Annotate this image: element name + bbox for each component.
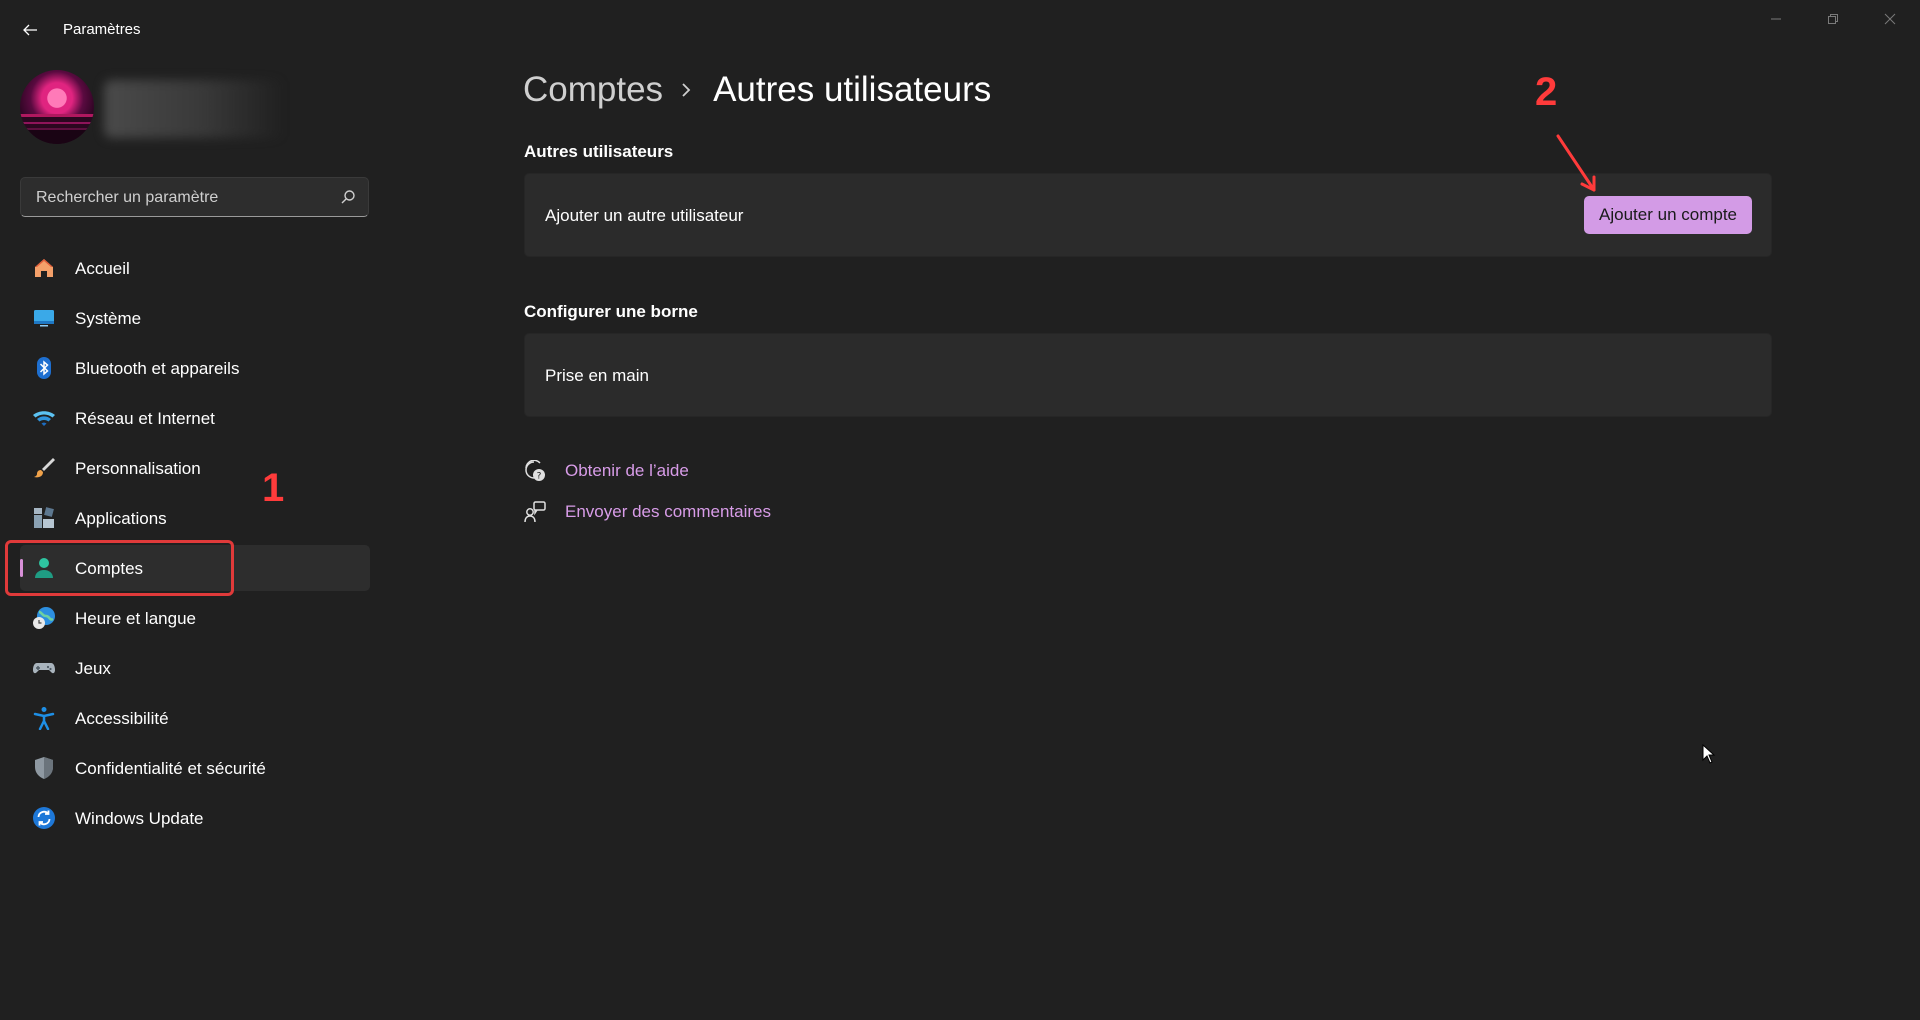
app-title: Paramètres xyxy=(63,21,141,38)
mouse-cursor-icon xyxy=(1702,744,1716,764)
sidebar-item-accueil[interactable]: Accueil xyxy=(20,245,370,291)
accessibility-icon xyxy=(33,707,55,730)
add-account-button[interactable]: Ajouter un compte xyxy=(1584,196,1752,234)
avatar-sunset-image xyxy=(20,114,94,144)
breadcrumb-parent[interactable]: Comptes xyxy=(523,70,663,110)
update-icon xyxy=(33,807,55,829)
sidebar-item-label: Personnalisation xyxy=(75,459,201,478)
annotation-step-1: 1 xyxy=(262,466,285,510)
sidebar-item-accessibilite[interactable]: Accessibilité xyxy=(20,695,370,741)
restore-icon xyxy=(1828,14,1838,24)
sidebar-item-bluetooth[interactable]: Bluetooth et appareils xyxy=(20,345,370,391)
wifi-icon xyxy=(33,411,55,426)
sidebar-item-confidentialite[interactable]: Confidentialité et sécurité xyxy=(20,745,370,791)
close-button[interactable] xyxy=(1867,6,1913,32)
back-button[interactable] xyxy=(18,18,42,42)
annotation-step-2: 2 xyxy=(1535,70,1558,114)
sidebar-item-label: Accessibilité xyxy=(75,709,169,728)
sidebar-item-personnalisation[interactable]: Personnalisation xyxy=(20,445,370,491)
title-bar: Paramètres xyxy=(0,0,1920,60)
sidebar-item-label: Heure et langue xyxy=(75,609,196,628)
close-icon xyxy=(1884,13,1896,25)
sidebar-item-label: Jeux xyxy=(75,659,111,678)
sidebar-item-reseau[interactable]: Réseau et Internet xyxy=(20,395,370,441)
kiosk-card[interactable]: Prise en main xyxy=(524,333,1772,417)
sidebar-item-label: Applications xyxy=(75,509,167,528)
svg-text:?: ? xyxy=(537,472,542,482)
profile-name-blurred xyxy=(104,80,284,138)
sidebar-item-jeux[interactable]: Jeux xyxy=(20,645,370,691)
sidebar-item-label: Windows Update xyxy=(75,809,204,828)
section-title-kiosk: Configurer une borne xyxy=(524,302,698,321)
gamepad-icon xyxy=(33,663,55,674)
home-icon xyxy=(35,259,53,277)
annotation-arrow-icon xyxy=(1556,134,1596,192)
feedback-link[interactable]: Envoyer des commentaires xyxy=(565,502,771,522)
add-user-label: Ajouter un autre utilisateur xyxy=(545,206,744,225)
page-title: Autres utilisateurs xyxy=(713,70,992,109)
sidebar-item-systeme[interactable]: Système xyxy=(20,295,370,341)
apps-icon xyxy=(34,507,54,528)
bluetooth-icon xyxy=(37,357,51,379)
sidebar-item-label: Confidentialité et sécurité xyxy=(75,759,266,778)
search-input[interactable] xyxy=(34,187,338,209)
shield-icon xyxy=(35,757,53,779)
feedback-link-row[interactable]: Envoyer des commentaires xyxy=(524,501,771,523)
sidebar-item-heure-langue[interactable]: Heure et langue xyxy=(20,595,370,641)
restore-button[interactable] xyxy=(1810,6,1856,32)
globe-clock-icon xyxy=(33,607,55,629)
search-icon[interactable] xyxy=(340,189,356,205)
sidebar-item-applications[interactable]: Applications xyxy=(20,495,370,541)
annotation-highlight-box xyxy=(5,540,234,596)
breadcrumb: Comptes Autres utilisateurs xyxy=(523,70,991,110)
back-arrow-icon xyxy=(23,24,37,36)
section-title-other-users: Autres utilisateurs xyxy=(524,142,674,161)
sidebar-item-label: Bluetooth et appareils xyxy=(75,359,240,378)
help-link[interactable]: Obtenir de l’aide xyxy=(565,461,689,481)
sidebar-item-label: Accueil xyxy=(75,259,130,278)
avatar[interactable] xyxy=(20,70,94,144)
minimize-icon xyxy=(1771,18,1781,20)
minimize-button[interactable] xyxy=(1753,6,1799,32)
search-box[interactable] xyxy=(20,177,369,217)
sidebar-item-label: Réseau et Internet xyxy=(75,409,215,428)
sidebar-item-label: Système xyxy=(75,309,142,328)
help-link-row[interactable]: ? Obtenir de l’aide xyxy=(524,460,689,482)
help-icon: ? xyxy=(525,460,545,482)
sidebar-item-windows-update[interactable]: Windows Update xyxy=(20,795,370,841)
monitor-icon xyxy=(34,310,54,327)
chevron-right-icon xyxy=(681,81,695,99)
brush-icon xyxy=(34,458,55,478)
feedback-icon xyxy=(524,501,546,523)
kiosk-get-started-label: Prise en main xyxy=(545,366,649,385)
